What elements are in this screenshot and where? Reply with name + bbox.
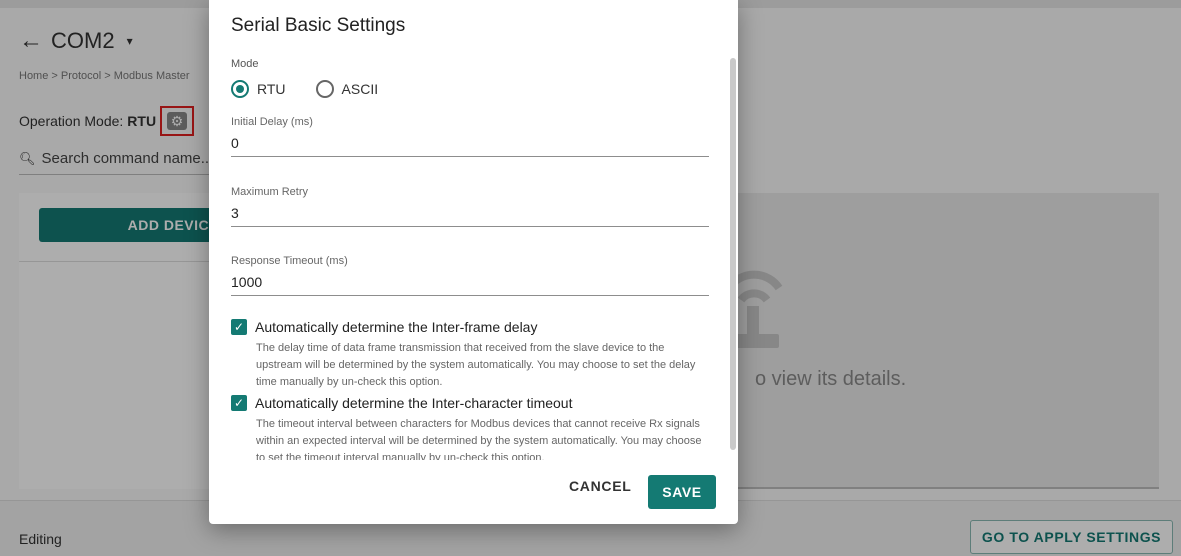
- dialog-scrollbar[interactable]: [730, 58, 736, 450]
- dialog-body: Mode RTU ASCII Initial Delay (ms) 0 Maxi…: [231, 52, 721, 460]
- interframe-delay-option: ✓ Automatically determine the Inter-fram…: [231, 319, 711, 391]
- interchar-timeout-label[interactable]: Automatically determine the Inter-charac…: [255, 395, 572, 411]
- mode-radio-group: RTU ASCII: [231, 80, 400, 98]
- interframe-delay-label[interactable]: Automatically determine the Inter-frame …: [255, 319, 537, 335]
- initial-delay-field[interactable]: Initial Delay (ms) 0: [231, 116, 709, 157]
- checkbox-checked-icon[interactable]: ✓: [231, 319, 247, 335]
- initial-delay-label: Initial Delay (ms): [231, 116, 313, 128]
- response-timeout-label: Response Timeout (ms): [231, 255, 348, 267]
- mode-option-label: ASCII: [341, 81, 379, 97]
- dialog-actions: CANCEL SAVE: [209, 466, 738, 524]
- cancel-button[interactable]: CANCEL: [569, 478, 632, 494]
- mode-option-label: RTU: [257, 81, 286, 97]
- dialog-title: Serial Basic Settings: [231, 15, 406, 36]
- interchar-timeout-description: The timeout interval between characters …: [256, 418, 702, 460]
- save-button[interactable]: SAVE: [648, 475, 716, 509]
- maximum-retry-input[interactable]: 3: [231, 205, 709, 227]
- interframe-delay-description: The delay time of data frame transmissio…: [256, 342, 696, 388]
- interchar-timeout-option: ✓ Automatically determine the Inter-char…: [231, 395, 711, 460]
- radio-checked-icon[interactable]: [231, 80, 249, 98]
- initial-delay-input[interactable]: 0: [231, 135, 709, 157]
- maximum-retry-label: Maximum Retry: [231, 186, 309, 198]
- maximum-retry-field[interactable]: Maximum Retry 3: [231, 186, 709, 227]
- response-timeout-field[interactable]: Response Timeout (ms) 1000: [231, 255, 709, 296]
- serial-basic-settings-dialog: Serial Basic Settings Mode RTU ASCII Ini…: [209, 0, 738, 524]
- mode-label: Mode: [231, 58, 259, 70]
- mode-option-rtu[interactable]: RTU: [231, 80, 286, 98]
- mode-option-ascii[interactable]: ASCII: [315, 80, 379, 98]
- checkbox-checked-icon[interactable]: ✓: [231, 395, 247, 411]
- response-timeout-input[interactable]: 1000: [231, 274, 709, 296]
- radio-unchecked-icon[interactable]: [315, 80, 334, 98]
